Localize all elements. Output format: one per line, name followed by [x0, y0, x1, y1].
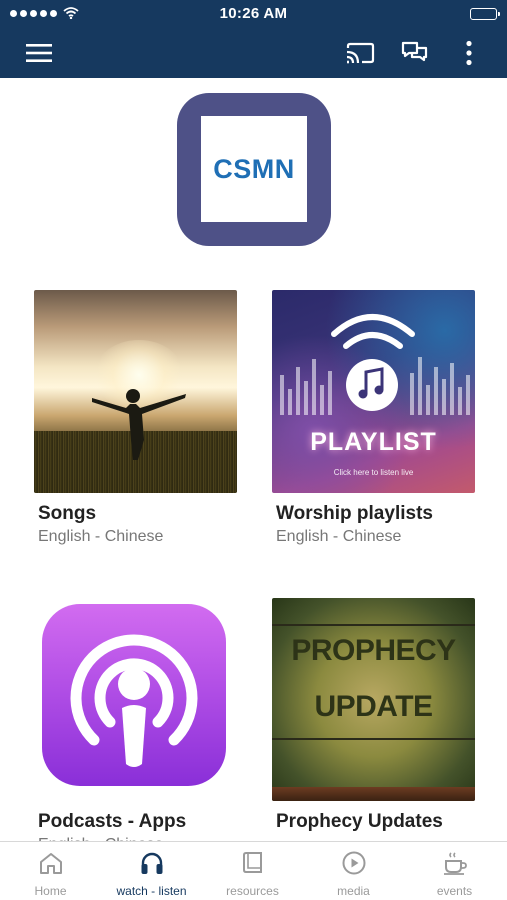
card-title: Songs	[38, 503, 97, 524]
songs-thumbnail	[34, 290, 237, 493]
nav-item-home[interactable]: Home	[0, 842, 101, 900]
podcast-icon	[70, 634, 198, 767]
chat-button[interactable]	[397, 36, 431, 70]
card-title: Prophecy Updates	[276, 811, 443, 832]
home-icon	[40, 853, 62, 874]
playlist-thumbnail: PLAYLIST Click here to listen live	[272, 290, 475, 493]
hamburger-menu-icon	[26, 44, 52, 62]
battery-icon	[470, 8, 500, 20]
card-subtitle: English - Chinese	[38, 528, 164, 545]
nav-label: media	[337, 884, 370, 898]
menu-button[interactable]	[22, 36, 56, 70]
more-vertical-icon	[466, 40, 472, 66]
prophecy-thumbnail: PROPHECY UPDATE	[272, 598, 475, 801]
nav-item-media[interactable]: media	[303, 842, 404, 900]
logo-text: CSMN	[213, 153, 295, 184]
person-raised-arms-image	[92, 389, 186, 460]
logo-inner-panel: CSMN	[201, 116, 307, 222]
status-bar: 10:26 AM	[0, 0, 507, 28]
app-bar	[0, 28, 507, 78]
podcasts-app-icon	[42, 604, 226, 786]
app-logo: CSMN	[177, 93, 331, 246]
cast-button[interactable]	[343, 36, 377, 70]
bottom-nav: Home watch - listen resources media even…	[0, 841, 507, 900]
more-options-button[interactable]	[452, 36, 486, 70]
prophecy-image-line1: PROPHECY	[291, 634, 456, 667]
nav-label: Home	[34, 884, 67, 898]
status-time: 10:26 AM	[219, 5, 288, 22]
chat-bubbles-icon	[401, 41, 428, 62]
cast-icon	[346, 42, 375, 64]
nav-item-resources[interactable]: resources	[202, 842, 303, 900]
coffee-cup-icon	[444, 852, 467, 875]
wireless-music-icon	[331, 314, 415, 411]
book-icon	[243, 852, 262, 873]
nav-item-events[interactable]: events	[404, 842, 505, 900]
card-subtitle: English - Chinese	[276, 528, 402, 545]
prophecy-image-line2: UPDATE	[314, 690, 433, 723]
card-title: Worship playlists	[276, 503, 433, 524]
nav-item-watch-listen[interactable]: watch - listen	[101, 842, 202, 900]
playlist-image-caption: Click here to listen live	[333, 468, 414, 477]
nav-label: events	[436, 884, 473, 898]
play-circle-icon	[342, 851, 366, 875]
card-title: Podcasts - Apps	[38, 811, 187, 832]
nav-label: resources	[226, 884, 279, 898]
headphones-icon	[141, 852, 163, 874]
playlist-image-title: PLAYLIST	[310, 428, 437, 456]
nav-label: watch - listen	[116, 884, 187, 898]
